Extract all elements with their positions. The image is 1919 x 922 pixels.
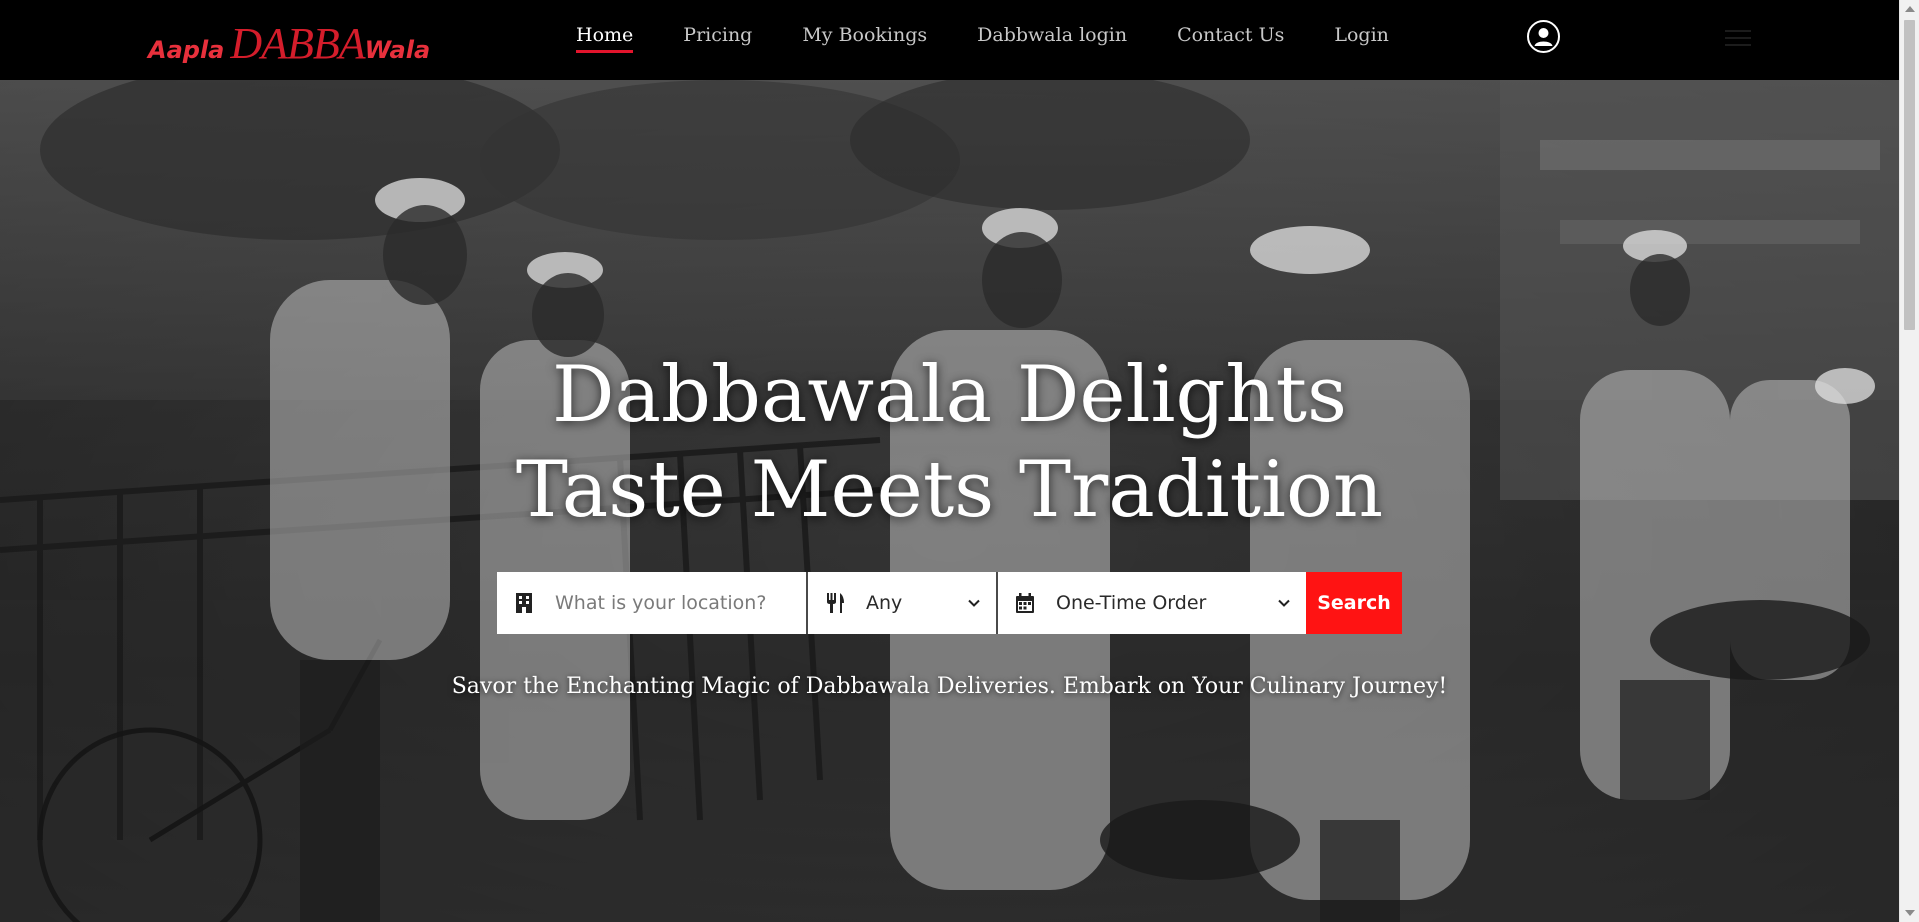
brand-logo[interactable]: Aapla DABBAWala — [148, 18, 430, 69]
nav-link-dabbawala-login[interactable]: Dabbwala login — [977, 24, 1127, 53]
nav-link-login[interactable]: Login — [1334, 24, 1389, 53]
scroll-down-arrow-icon[interactable] — [1905, 910, 1915, 916]
hero-title-line-1: Dabbawala Delights — [551, 350, 1348, 440]
page: Aapla DABBAWala Home Pricing My Bookings … — [0, 0, 1919, 922]
hamburger-menu-icon[interactable] — [1725, 30, 1751, 48]
nav-link-pricing[interactable]: Pricing — [683, 24, 752, 53]
search-bar: Any One-Time Order — [497, 572, 1402, 634]
nav-link-my-bookings[interactable]: My Bookings — [802, 24, 927, 53]
scroll-up-arrow-icon[interactable] — [1905, 6, 1915, 12]
chevron-down-icon — [1278, 599, 1290, 607]
building-icon — [516, 593, 532, 613]
user-circle-icon[interactable] — [1527, 20, 1560, 53]
search-button[interactable]: Search — [1306, 572, 1402, 634]
hero-section: Dabbawala Delights Taste Meets Tradition — [0, 80, 1899, 922]
fork-knife-icon — [827, 593, 844, 613]
logo-text-dabba: DABBA — [230, 19, 365, 68]
food-type-select[interactable]: Any — [808, 572, 998, 634]
location-input[interactable] — [553, 591, 797, 615]
nav-link-contact-us[interactable]: Contact Us — [1177, 24, 1284, 53]
order-plan-select[interactable]: One-Time Order — [998, 572, 1306, 634]
location-field[interactable] — [497, 572, 808, 634]
chevron-down-icon — [968, 599, 980, 607]
hero-tagline: Savor the Enchanting Magic of Dabbawala … — [451, 674, 1448, 699]
food-type-value: Any — [866, 592, 903, 614]
logo-text-aapla: Aapla — [148, 36, 225, 64]
logo-text-wala: Wala — [364, 36, 431, 64]
hero-title: Dabbawala Delights Taste Meets Tradition — [0, 348, 1899, 538]
order-plan-value: One-Time Order — [1056, 592, 1207, 614]
scrollbar-thumb[interactable] — [1904, 20, 1915, 330]
calendar-icon — [1016, 593, 1034, 613]
page-scrollbar[interactable] — [1899, 0, 1919, 922]
nav-link-home[interactable]: Home — [576, 24, 634, 53]
navbar: Aapla DABBAWala Home Pricing My Bookings … — [0, 0, 1899, 80]
nav-menu: Home Pricing My Bookings Dabbwala login … — [576, 24, 1389, 53]
hero-title-line-2: Taste Meets Tradition — [515, 445, 1384, 535]
